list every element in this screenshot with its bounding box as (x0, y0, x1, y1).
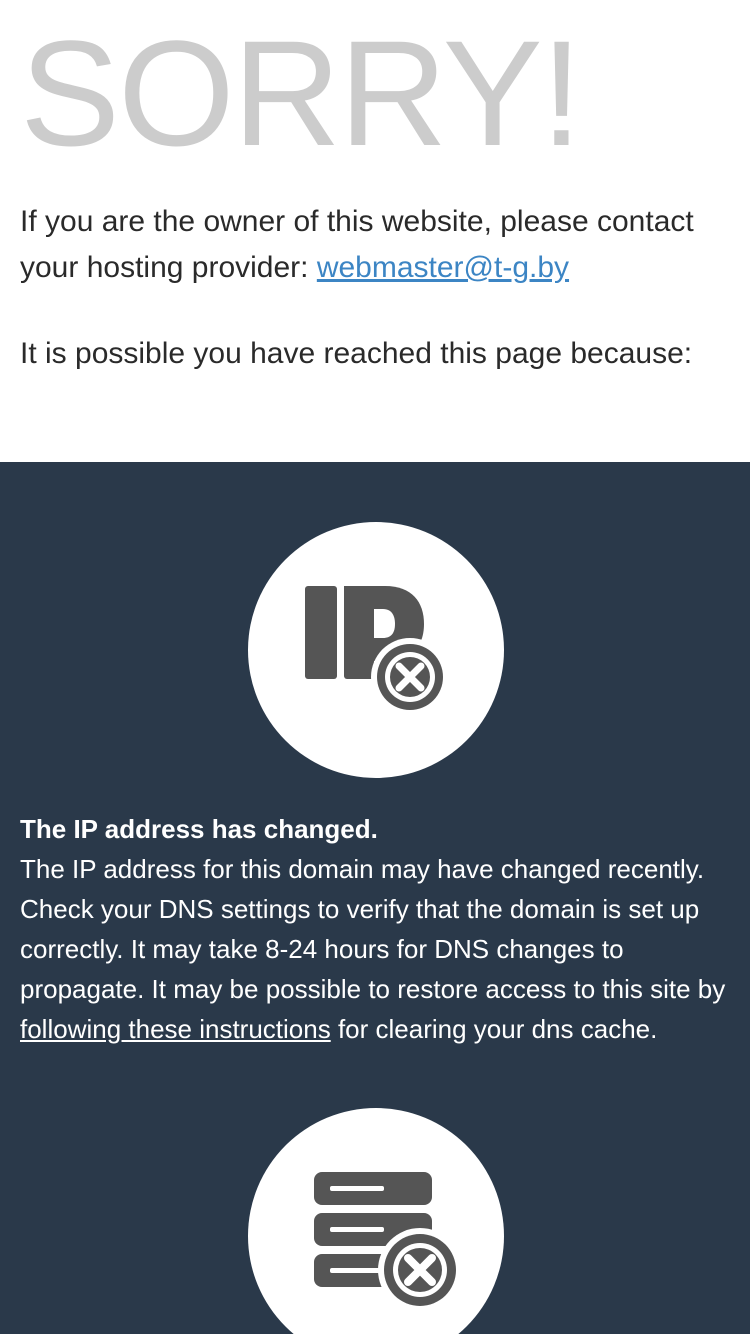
ip-error-icon (248, 522, 504, 778)
reason-ip-body: The IP address for this domain may have … (20, 854, 726, 1004)
page-headline: SORRY! (20, 9, 582, 177)
reason-ip-body-end: for clearing your dns cache. (330, 1014, 658, 1044)
reason-ip-changed: The IP address has changed. The IP addres… (20, 809, 736, 1049)
server-error-icon (248, 1108, 504, 1334)
intro-section: SORRY! If you are the owner of this webs… (0, 0, 750, 462)
reason-ip-title: The IP address has changed. (20, 814, 378, 844)
reason-intro: It is possible you have reached this pag… (20, 337, 693, 370)
contact-email-link[interactable]: webmaster@t-g.by (317, 251, 569, 284)
dns-instructions-link[interactable]: following these instructions (20, 1014, 331, 1044)
reasons-section: The IP address has changed. The IP addres… (0, 462, 750, 1334)
owner-message: If you are the owner of this website, pl… (20, 199, 732, 291)
